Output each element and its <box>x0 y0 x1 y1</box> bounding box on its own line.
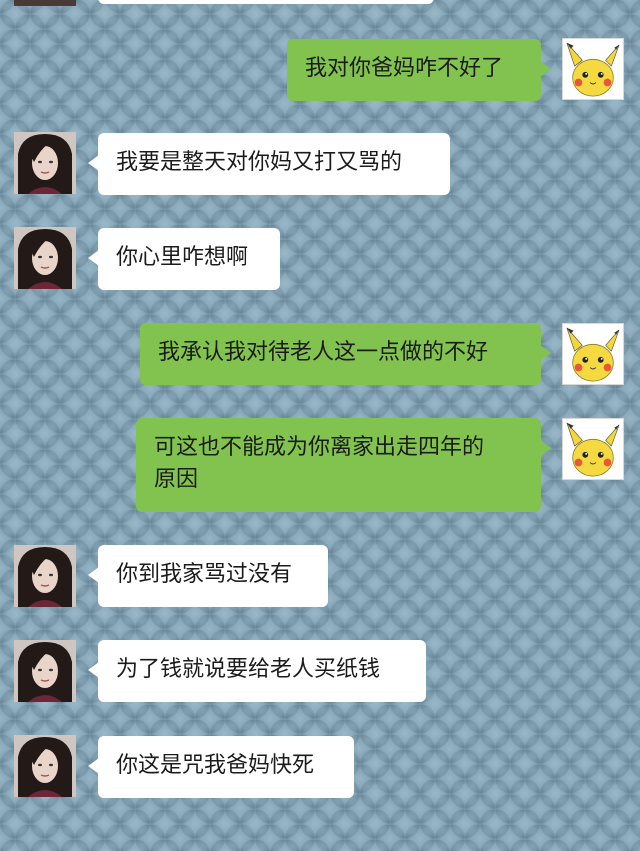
message-bubble[interactable] <box>98 0 434 4</box>
message-bubble[interactable]: 你到我家骂过没有 <box>88 545 328 607</box>
message-bubble[interactable]: 可这也不能成为你离家出走四年的 原因 <box>136 418 551 512</box>
message-bubble[interactable]: 我承认我对待老人这一点做的不好 <box>140 323 551 385</box>
woman-avatar[interactable] <box>14 132 76 194</box>
message-bubble[interactable]: 我要是整天对你妈又打又骂的 <box>88 133 450 195</box>
woman-avatar[interactable] <box>14 227 76 289</box>
message-bubble[interactable]: 你心里咋想啊 <box>88 228 280 290</box>
pikachu-avatar[interactable] <box>562 38 624 100</box>
pikachu-avatar[interactable] <box>562 323 624 385</box>
woman-avatar[interactable] <box>14 735 76 797</box>
woman-avatar[interactable] <box>14 545 76 607</box>
woman-avatar[interactable] <box>14 0 76 6</box>
woman-avatar[interactable] <box>14 640 76 702</box>
message-bubble[interactable]: 我对你爸妈咋不好了 <box>287 39 551 101</box>
pikachu-avatar[interactable] <box>562 418 624 480</box>
message-bubble[interactable]: 你这是咒我爸妈快死 <box>88 736 354 798</box>
message-bubble[interactable]: 为了钱就说要给老人买纸钱 <box>88 640 426 702</box>
